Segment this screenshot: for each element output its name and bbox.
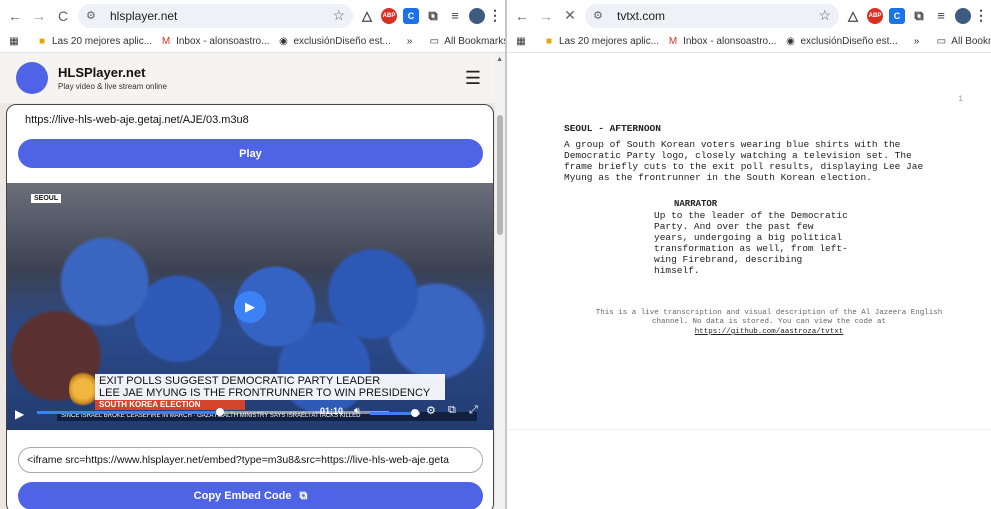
bookmark-star-icon[interactable]: ☆ <box>818 7 831 24</box>
forward-button[interactable]: → <box>30 7 48 25</box>
globe-icon: ◉ <box>786 36 795 47</box>
globe-icon: ◉ <box>279 36 288 47</box>
all-bookmarks-button[interactable]: ▭All Bookmarks <box>935 36 991 48</box>
adblock-icon[interactable]: ABP <box>381 7 397 24</box>
back-button[interactable]: ← <box>513 7 531 25</box>
forward-button[interactable]: → <box>537 7 555 25</box>
center-play-icon[interactable]: ▶ <box>234 291 266 323</box>
bookmark-star-icon[interactable]: ☆ <box>332 7 345 24</box>
seek-progress <box>37 411 221 414</box>
left-browser-window: ← → C ⚙ hlsplayer.net ☆ △ ABP C ⧉ ≡ ⋮ ▦ … <box>0 0 505 509</box>
settings-gear-icon[interactable]: ⚙ <box>426 404 436 417</box>
reading-list-icon[interactable]: ≡ <box>933 8 949 24</box>
hamburger-menu-icon[interactable]: ☰ <box>465 68 481 89</box>
seek-handle[interactable] <box>216 408 225 416</box>
all-bookmarks-button[interactable]: ▭All Bookmarks <box>428 36 505 48</box>
action-text: A group of South Korean voters wearing b… <box>564 139 924 183</box>
scroll-up-icon[interactable]: ▲ <box>496 56 503 63</box>
dialogue-text: Up to the leader of the Democratic Party… <box>654 210 848 276</box>
extensions-puzzle-icon[interactable]: ⧉ <box>911 8 927 24</box>
bookmarks-overflow-button[interactable]: » <box>914 36 920 47</box>
pip-icon[interactable]: ⧉ <box>448 404 456 417</box>
gmail-icon: M <box>668 36 678 47</box>
current-time: 01:10 <box>320 406 344 416</box>
copy-icon: ⧉ <box>299 489 308 502</box>
apps-grid-icon[interactable]: ▦ <box>8 36 20 48</box>
extension-triangle-icon[interactable]: △ <box>359 8 375 24</box>
fullscreen-icon[interactable]: ⤢ <box>469 404 478 417</box>
video-controls: ▶ <box>7 403 493 425</box>
folder-outline-icon: ▭ <box>429 36 440 47</box>
folder-outline-icon: ▭ <box>936 36 947 47</box>
bookmark-item[interactable]: M Inbox - alonsoastro... <box>160 36 270 48</box>
bookmarks-overflow-button[interactable]: » <box>407 36 413 47</box>
extension-blue-icon[interactable]: C <box>403 7 419 24</box>
menu-kebab-icon[interactable]: ⋮ <box>488 7 502 24</box>
hlsplayer-page: HLSPlayer.net Play video & live stream o… <box>0 53 505 509</box>
site-subtitle: Play video & live stream online <box>58 82 167 91</box>
profile-avatar-icon[interactable] <box>469 7 485 24</box>
copy-embed-button[interactable]: Copy Embed Code ⧉ <box>18 482 483 509</box>
browser-toolbar: ← → C ⚙ hlsplayer.net ☆ △ ABP C ⧉ ≡ ⋮ <box>0 0 505 31</box>
bookmark-item[interactable]: ◉ exclusiónDiseño est... <box>784 36 898 48</box>
extension-triangle-icon[interactable]: △ <box>845 8 861 24</box>
bookmarks-bar: ▦ ■ Las 20 mejores aplic... M Inbox - alon… <box>507 31 991 53</box>
site-settings-icon[interactable]: ⚙ <box>593 10 609 22</box>
address-bar[interactable]: ⚙ tvtxt.com ☆ <box>585 3 839 28</box>
video-player[interactable]: SEOUL ▶ EXIT POLLS SUGGEST DEMOCRATIC PA… <box>7 183 493 430</box>
folder-icon: ■ <box>38 36 46 47</box>
browser-toolbar: ← → ✕ ⚙ tvtxt.com ☆ △ ABP C ⧉ ≡ ⋮ <box>507 0 991 31</box>
back-button[interactable]: ← <box>6 7 24 25</box>
play-button[interactable]: Play <box>18 139 483 168</box>
bookmark-item[interactable]: ■ Las 20 mejores aplic... <box>543 36 659 48</box>
character-name: NARRATOR <box>674 199 718 209</box>
copy-embed-label: Copy Embed Code <box>193 490 292 502</box>
volume-slider[interactable] <box>370 409 420 417</box>
site-header: HLSPlayer.net Play video & live stream o… <box>0 53 505 103</box>
address-text[interactable]: hlsplayer.net <box>110 9 324 23</box>
headline-line-1: EXIT POLLS SUGGEST DEMOCRATIC PARTY LEAD… <box>99 375 381 387</box>
reading-list-icon[interactable]: ≡ <box>447 8 463 24</box>
footer-note: This is a live transcription and visual … <box>595 309 943 326</box>
news-lower-third: EXIT POLLS SUGGEST DEMOCRATIC PARTY LEAD… <box>95 374 445 400</box>
headline-line-2: LEE JAE MYUNG IS THE FRONTRUNNER TO WIN … <box>99 387 431 399</box>
site-title[interactable]: HLSPlayer.net <box>58 65 167 80</box>
volume-icon[interactable]: 🔊︎ <box>354 405 360 416</box>
location-tag: SEOUL <box>31 194 62 203</box>
bookmark-item[interactable]: ◉ exclusiónDiseño est... <box>277 36 391 48</box>
tvtxt-page: 1 SEOUL - AFTERNOON A group of South Kor… <box>507 53 991 429</box>
scene-heading: SEOUL - AFTERNOON <box>564 123 661 134</box>
profile-avatar-icon[interactable] <box>955 7 971 24</box>
scroll-thumb[interactable] <box>497 115 503 235</box>
page-blank-area <box>507 429 991 509</box>
site-logo[interactable] <box>16 62 48 94</box>
bookmark-item[interactable]: ■ Las 20 mejores aplic... <box>36 36 152 48</box>
right-browser-window: ← → ✕ ⚙ tvtxt.com ☆ △ ABP C ⧉ ≡ ⋮ ▦ ■ Las… <box>507 0 991 509</box>
folder-icon: ■ <box>545 36 553 47</box>
stream-url-input[interactable]: https://live-hls-web-aje.getaj.net/AJE/0… <box>25 114 249 126</box>
page-number: 1 <box>958 95 963 104</box>
volume-handle[interactable] <box>411 409 419 417</box>
github-link[interactable]: https://github.com/aastroza/tvtxt <box>564 328 974 336</box>
address-text[interactable]: tvtxt.com <box>617 9 810 23</box>
player-panel: https://live-hls-web-aje.getaj.net/AJE/0… <box>6 104 494 509</box>
extension-blue-icon[interactable]: C <box>889 7 905 24</box>
menu-kebab-icon[interactable]: ⋮ <box>974 7 988 24</box>
extensions-puzzle-icon[interactable]: ⧉ <box>425 8 441 24</box>
stop-loading-button[interactable]: ✕ <box>561 7 579 25</box>
bookmark-item[interactable]: M Inbox - alonsoastro... <box>667 36 777 48</box>
reload-button[interactable]: C <box>54 7 72 25</box>
address-bar[interactable]: ⚙ hlsplayer.net ☆ <box>78 3 353 28</box>
site-settings-icon[interactable]: ⚙ <box>86 10 102 22</box>
embed-code-field[interactable]: <iframe src=https://www.hlsplayer.net/em… <box>18 447 483 473</box>
page-scrollbar[interactable]: ▲ <box>495 53 505 509</box>
adblock-icon[interactable]: ABP <box>867 7 883 24</box>
apps-grid-icon[interactable]: ▦ <box>515 36 527 48</box>
volume-level <box>370 412 415 415</box>
bookmarks-bar: ▦ ■ Las 20 mejores aplic... M Inbox - alon… <box>0 31 505 53</box>
play-pause-icon[interactable]: ▶ <box>15 407 24 421</box>
gmail-icon: M <box>161 36 171 47</box>
